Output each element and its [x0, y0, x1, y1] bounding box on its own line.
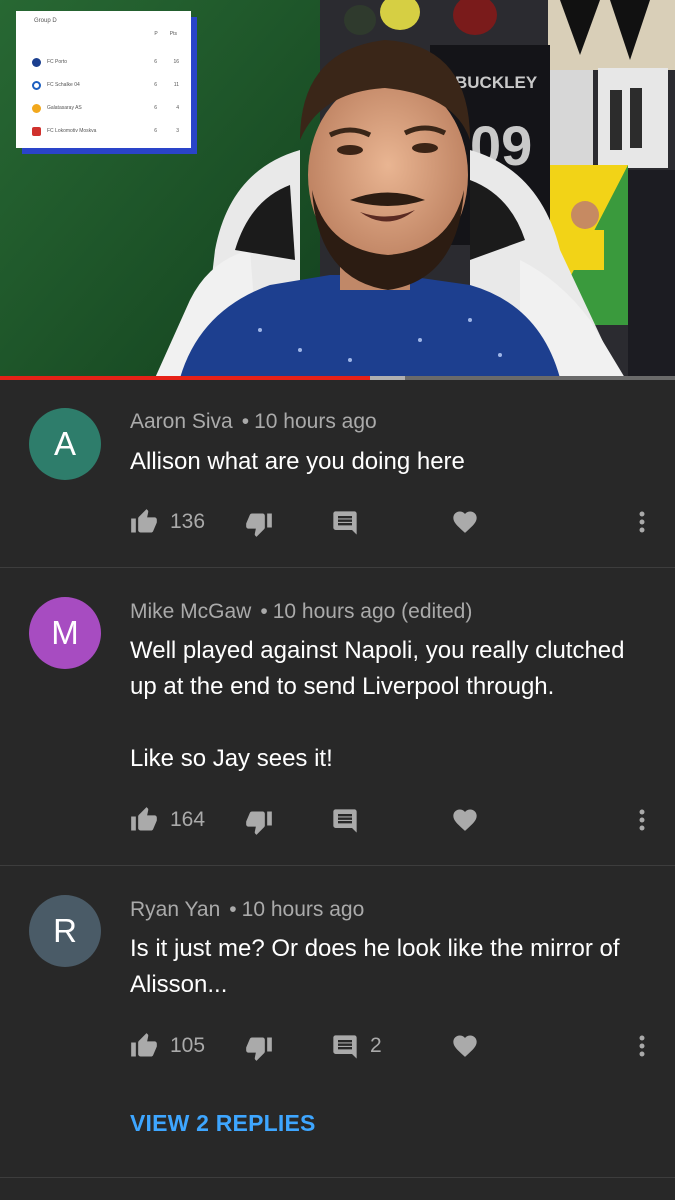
standings-played: 6 — [154, 59, 157, 65]
comment-author[interactable]: Mike McGaw — [130, 600, 251, 623]
like-count: 105 — [170, 1034, 206, 1057]
comment-author[interactable]: Ryan Yan — [130, 898, 220, 921]
thumb-up-icon[interactable] — [128, 1031, 160, 1061]
comment-paragraph: Allison what are you doing here — [130, 448, 465, 475]
reply-count: 2 — [370, 1034, 382, 1057]
comment-actions: 136 — [0, 507, 675, 537]
standings-team: FC Lokomotiv Moskva — [47, 128, 97, 134]
thumb-down-icon[interactable] — [243, 807, 275, 837]
comment-text: Allison what are you doing here — [130, 444, 655, 480]
standings-team: FC Porto — [47, 59, 68, 65]
club-crest-icon — [32, 80, 41, 90]
standings-row: FC Porto 6 16 — [32, 56, 179, 68]
standings-row: FC Lokomotiv Moskva 6 3 — [32, 125, 179, 137]
comment-item: M Mike McGaw • 10 hours ago (edited) Well … — [0, 568, 675, 866]
divider — [0, 1177, 675, 1178]
standings-played: 6 — [154, 82, 157, 88]
standings-col-points: Pts — [169, 31, 177, 37]
group-standings-card: Group D P Pts FC Porto 6 16 FC Schalke 0… — [16, 11, 191, 148]
standings-points: 4 — [176, 105, 179, 111]
thumb-down-icon[interactable] — [243, 509, 275, 539]
like-count: 164 — [170, 808, 206, 831]
avatar-letter: R — [53, 912, 77, 949]
heart-icon[interactable] — [450, 507, 480, 537]
standings-title: Group D — [34, 18, 57, 24]
comment-meta: Ryan Yan • 10 hours ago — [130, 898, 365, 921]
thumb-down-icon[interactable] — [243, 1033, 275, 1063]
avatar[interactable]: R — [29, 895, 101, 967]
more-vert-icon[interactable] — [630, 507, 654, 537]
standings-team: Galatasaray AS — [47, 105, 82, 111]
comment-author[interactable]: Aaron Siva — [130, 410, 233, 433]
comment-text: Well played against Napoli, you really c… — [130, 633, 655, 777]
comment-icon[interactable] — [330, 1032, 360, 1062]
comment-time: 10 hours ago — [254, 410, 377, 433]
standings-points: 3 — [176, 128, 179, 134]
svg-text:BUCKLEY: BUCKLEY — [455, 73, 538, 92]
standings-points: 16 — [173, 59, 179, 65]
like-count: 136 — [170, 510, 206, 533]
thumb-up-icon[interactable] — [128, 507, 160, 537]
club-crest-icon — [32, 103, 41, 113]
comment-meta: Mike McGaw • 10 hours ago (edited) — [130, 600, 473, 623]
comment-actions: 164 — [0, 805, 675, 835]
standings-col-played: P — [154, 31, 158, 37]
comment-meta: Aaron Siva • 10 hours ago — [130, 410, 377, 433]
comment-paragraph: Well played against Napoli, you really c… — [130, 637, 625, 700]
standings-row: Galatasaray AS 6 4 — [32, 102, 179, 114]
club-crest-icon — [32, 57, 41, 67]
standings-team: FC Schalke 04 — [47, 82, 80, 88]
more-vert-icon[interactable] — [630, 1031, 654, 1061]
comment-paragraph: Is it just me? Or does he look like the … — [130, 935, 620, 998]
avatar-letter: A — [53, 425, 76, 462]
standings-played: 6 — [154, 128, 157, 134]
thumb-up-icon[interactable] — [128, 805, 160, 835]
comment-icon[interactable] — [330, 508, 360, 538]
more-vert-icon[interactable] — [630, 805, 654, 835]
heart-icon[interactable] — [450, 805, 480, 835]
comment-time: 10 hours ago — [241, 898, 365, 921]
comment-paragraph: Like so Jay sees it! — [130, 745, 333, 772]
standings-played: 6 — [154, 105, 157, 111]
standings-row: FC Schalke 04 6 11 — [32, 79, 179, 91]
view-replies-button[interactable]: VIEW 2 REPLIES — [130, 1110, 316, 1137]
comment-time: 10 hours ago (edited) — [272, 600, 473, 623]
comment-item: R Ryan Yan • 10 hours ago Is it just me? O… — [0, 866, 675, 1178]
comment-text: Is it just me? Or does he look like the … — [130, 931, 655, 1003]
comment-item: A Aaron Siva • 10 hours ago Allison what a… — [0, 380, 675, 568]
comment-icon[interactable] — [330, 806, 360, 836]
heart-icon[interactable] — [450, 1031, 480, 1061]
video-player[interactable]: BUCKLEY 09 Group D P Pts FC Porto 6 16 F… — [0, 0, 675, 378]
standings-header: P Pts — [154, 31, 177, 37]
standings-points: 11 — [173, 82, 179, 88]
comment-actions: 105 2 — [0, 1031, 675, 1061]
club-crest-icon — [32, 126, 41, 136]
avatar-letter: M — [51, 614, 79, 651]
avatar[interactable]: M — [29, 597, 101, 669]
avatar[interactable]: A — [29, 408, 101, 480]
